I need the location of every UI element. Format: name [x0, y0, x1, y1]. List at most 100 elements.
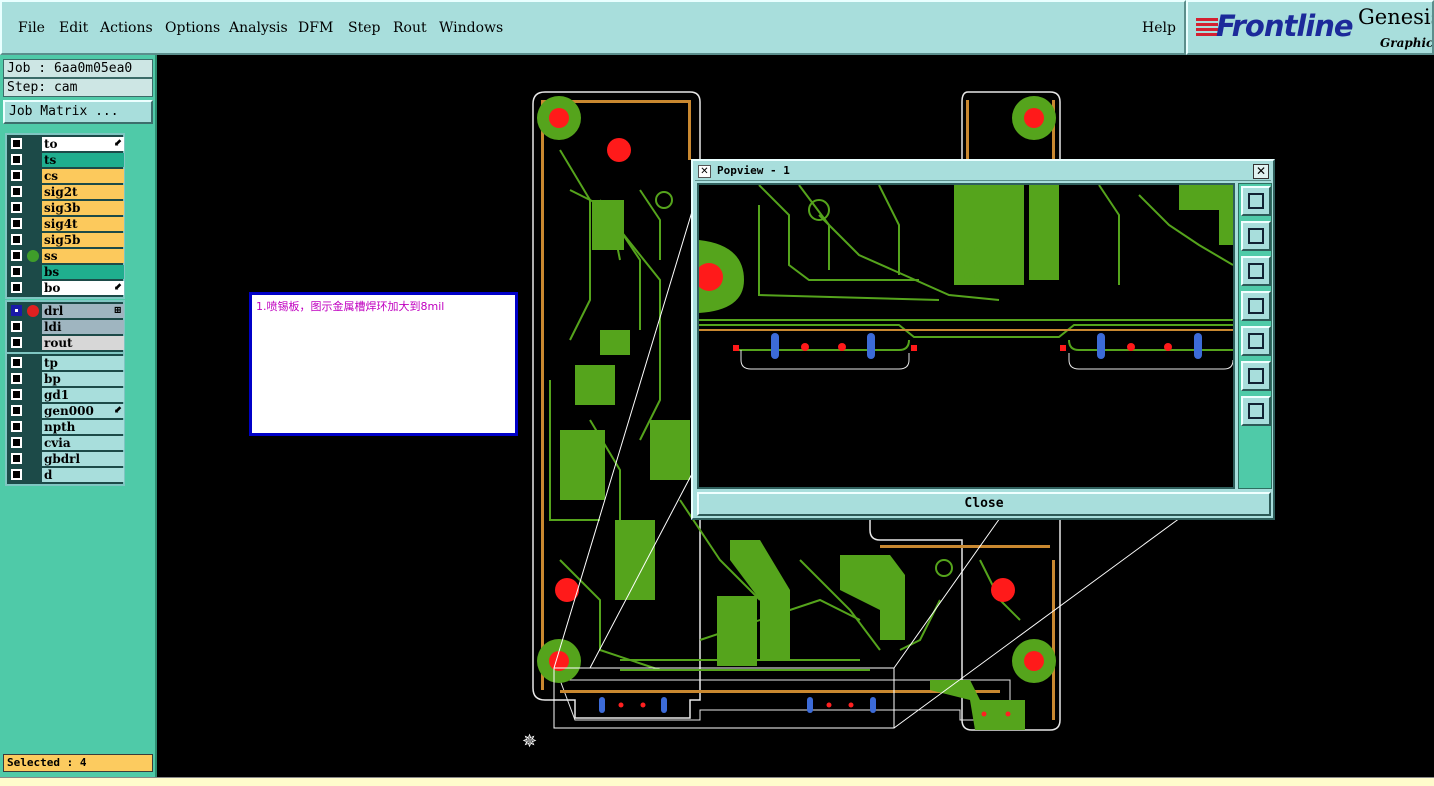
layer-checkbox[interactable]	[11, 138, 22, 149]
layer-row-sig5b[interactable]: sig5b	[8, 232, 124, 248]
menu-windows[interactable]: Windows	[439, 20, 503, 36]
layer-row-rout[interactable]: rout	[8, 335, 124, 351]
layer-row-tp[interactable]: tp	[8, 355, 124, 371]
popview-toolbar	[1238, 183, 1272, 489]
layer-checkbox[interactable]	[11, 321, 22, 332]
layer-row-cvia[interactable]: cvia	[8, 435, 124, 451]
pan-left-icon[interactable]	[1241, 291, 1271, 321]
layer-label: sig3b	[44, 201, 81, 215]
layer-name[interactable]: d	[42, 468, 124, 482]
layer-checkbox[interactable]	[11, 357, 22, 368]
layer-checkbox[interactable]	[11, 305, 22, 316]
layer-row-bs[interactable]: bs	[8, 264, 124, 280]
menu-options[interactable]: Options	[165, 20, 220, 36]
layer-row-sig2t[interactable]: sig2t	[8, 184, 124, 200]
left-panel: Job : 6aa0m05ea0 Step: cam Job Matrix ..…	[0, 55, 157, 777]
layer-row-npth[interactable]: npth	[8, 419, 124, 435]
menu-analysis[interactable]: Analysis	[229, 20, 288, 36]
menu-edit[interactable]: Edit	[59, 20, 88, 36]
layer-row-sig3b[interactable]: sig3b	[8, 200, 124, 216]
layer-name[interactable]: bo ⬋	[42, 281, 124, 295]
layer-checkbox[interactable]	[11, 266, 22, 277]
layer-name[interactable]: cvia	[42, 436, 124, 450]
layer-checkbox[interactable]	[11, 405, 22, 416]
zoom-out-icon[interactable]	[1241, 361, 1271, 391]
layer-name[interactable]: sig3b	[42, 201, 124, 215]
menu-step[interactable]: Step	[348, 20, 380, 36]
layer-name[interactable]: bs	[42, 265, 124, 279]
close-icon[interactable]: ✕	[1253, 164, 1269, 179]
layer-checkbox[interactable]	[11, 218, 22, 229]
layer-row-sig4t[interactable]: sig4t	[8, 216, 124, 232]
selected-status: Selected : 4	[3, 754, 153, 772]
layer-name[interactable]: gbdrl	[42, 452, 124, 466]
layer-name[interactable]: bp	[42, 372, 124, 386]
layer-flag-icon: ⬋	[113, 138, 122, 149]
layer-checkbox[interactable]	[11, 202, 22, 213]
layer-name[interactable]: cs	[42, 169, 124, 183]
menu-rout[interactable]: Rout	[393, 20, 427, 36]
layer-row-gbdrl[interactable]: gbdrl	[8, 451, 124, 467]
layer-checkbox[interactable]	[11, 154, 22, 165]
layer-name[interactable]: rout	[42, 336, 124, 350]
layer-checkbox[interactable]	[11, 170, 22, 181]
pan-up-icon[interactable]	[1241, 221, 1271, 251]
layer-row-drl[interactable]: drl ⊞	[8, 303, 124, 319]
layer-checkbox[interactable]	[11, 453, 22, 464]
layer-checkbox[interactable]	[11, 282, 22, 293]
menu-dfm[interactable]: DFM	[298, 20, 333, 36]
layer-checkbox[interactable]	[11, 469, 22, 480]
zoom-in-icon[interactable]	[1241, 396, 1271, 426]
popview-graphics	[699, 185, 1233, 370]
layer-row-gd1[interactable]: gd1	[8, 387, 124, 403]
layer-name[interactable]: gen000 ⬋	[42, 404, 124, 418]
menu-help[interactable]: Help	[1142, 20, 1176, 36]
layer-checkbox[interactable]	[11, 373, 22, 384]
zoom-window-icon[interactable]	[1241, 186, 1271, 216]
layer-row-cs[interactable]: cs	[8, 168, 124, 184]
layer-name[interactable]: drl ⊞	[42, 304, 124, 318]
layer-row-d[interactable]: d	[8, 467, 124, 483]
layer-label: bo	[44, 281, 61, 295]
layer-group: drl ⊞ ldi rout	[5, 300, 125, 354]
layer-checkbox[interactable]	[11, 234, 22, 245]
layer-row-ss[interactable]: ss	[8, 248, 124, 264]
layer-name[interactable]: ss	[42, 249, 124, 263]
layer-checkbox[interactable]	[11, 437, 22, 448]
layer-checkbox[interactable]	[11, 250, 22, 261]
layer-label: to	[44, 137, 58, 151]
annotation-note: 1.喷锡板，图示金属槽焊环加大到8mil	[249, 292, 518, 436]
layer-name[interactable]: ts	[42, 153, 124, 167]
layer-name[interactable]: tp	[42, 356, 124, 370]
layer-label: cs	[44, 169, 59, 183]
layer-name[interactable]: gd1	[42, 388, 124, 402]
job-matrix-button[interactable]: Job Matrix ...	[3, 100, 153, 124]
popview-close-button[interactable]: Close	[697, 492, 1271, 516]
pan-right-icon[interactable]	[1241, 326, 1271, 356]
layer-name[interactable]: to ⬋	[42, 137, 124, 151]
layer-name[interactable]: sig4t	[42, 217, 124, 231]
layer-row-ldi[interactable]: ldi	[8, 319, 124, 335]
layer-checkbox[interactable]	[11, 421, 22, 432]
layer-name[interactable]: sig5b	[42, 233, 124, 247]
layer-name[interactable]: ldi	[42, 320, 124, 334]
window-menu-icon[interactable]: ✕	[698, 165, 711, 178]
layer-label: ts	[44, 153, 57, 167]
layer-row-bo[interactable]: bo ⬋	[8, 280, 124, 296]
layer-checkbox[interactable]	[11, 337, 22, 348]
popview-window: ✕ Popview - 1 ✕ Close	[691, 159, 1275, 520]
pan-down-icon[interactable]	[1241, 256, 1271, 286]
layer-row-ts[interactable]: ts	[8, 152, 124, 168]
layer-name[interactable]: sig2t	[42, 185, 124, 199]
layer-row-to[interactable]: to ⬋	[8, 136, 124, 152]
layer-row-bp[interactable]: bp	[8, 371, 124, 387]
popview-canvas[interactable]	[697, 183, 1235, 489]
layer-checkbox[interactable]	[11, 389, 22, 400]
layer-label: gbdrl	[44, 452, 81, 466]
layer-row-gen000[interactable]: gen000 ⬋	[8, 403, 124, 419]
menu-file[interactable]: File	[18, 20, 45, 36]
menu-actions[interactable]: Actions	[100, 20, 153, 36]
popview-titlebar[interactable]: ✕ Popview - 1 ✕	[695, 163, 1271, 181]
layer-checkbox[interactable]	[11, 186, 22, 197]
layer-name[interactable]: npth	[42, 420, 124, 434]
